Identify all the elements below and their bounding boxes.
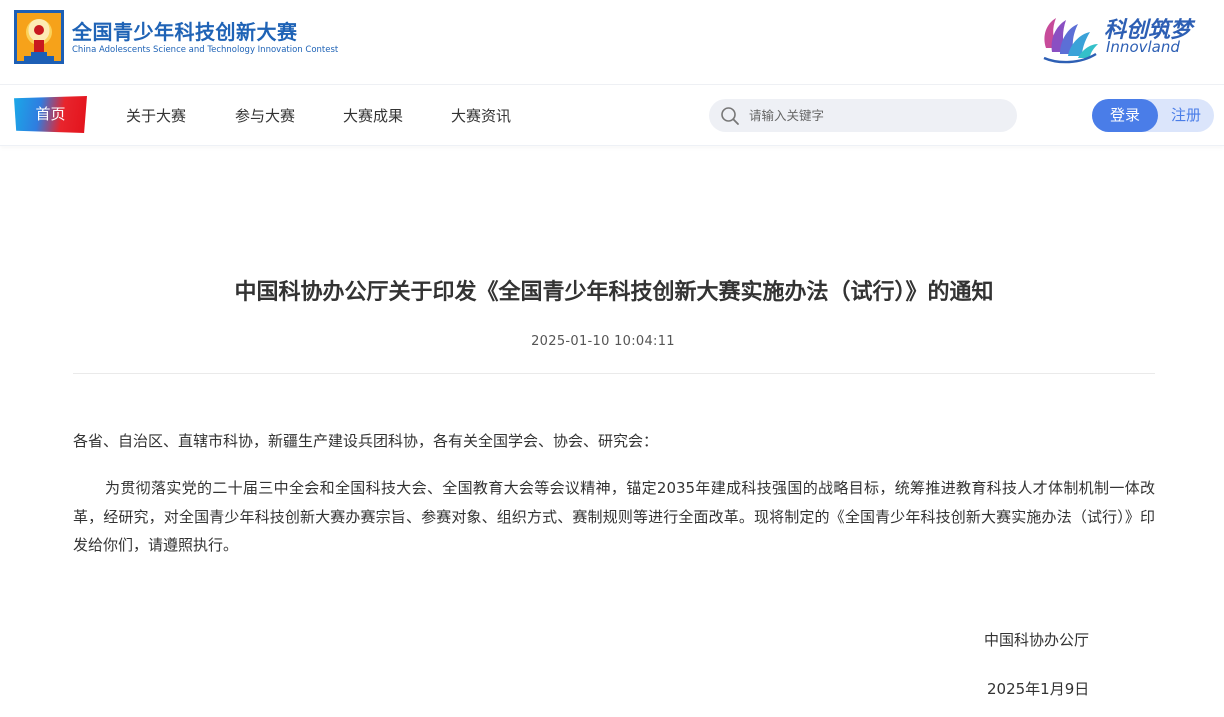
article-sign-date: 2025年1月9日 — [987, 680, 1090, 698]
article-datetime: 2025-01-10 10:04:11 — [531, 334, 675, 349]
nav-item-results[interactable]: 大赛成果 — [343, 105, 403, 126]
title-divider — [73, 373, 1155, 374]
brand-header: 全国青少年科技创新大赛 China Adolescents Science an… — [0, 0, 1224, 85]
article-signer: 中国科协办公厅 — [984, 631, 1090, 649]
article-salutation: 各省、自治区、直辖市科协，新疆生产建设兵团科协，各有关全国学会、协会、研究会： — [73, 432, 659, 450]
search-icon[interactable] — [720, 106, 740, 126]
search-input[interactable] — [749, 105, 999, 126]
nav-home[interactable]: 首页 — [14, 96, 87, 133]
innovland-logo-icon — [1043, 18, 1098, 64]
brand-subtitle: China Adolescents Science and Technology… — [72, 45, 339, 55]
article-body: 为贯彻落实党的二十届三中全会和全国科技大会、全国教育大会等会议精神，锚定2035… — [73, 479, 1155, 554]
brand-title: 全国青少年科技创新大赛 — [72, 20, 298, 44]
nav-item-about[interactable]: 关于大赛 — [126, 105, 186, 126]
search-box — [709, 99, 1017, 132]
register-button[interactable]: 注册 — [1158, 99, 1214, 132]
article-title: 中国科协办公厅关于印发《全国青少年科技创新大赛实施办法（试行）》的通知 — [234, 280, 994, 305]
main-navbar: 首页 关于大赛 参与大赛 大赛成果 大赛资讯 登录 注册 — [0, 85, 1224, 146]
nav-item-participate[interactable]: 参与大赛 — [235, 105, 295, 126]
login-button[interactable]: 登录 — [1092, 99, 1158, 132]
auth-buttons: 登录 注册 — [1092, 99, 1214, 132]
nav-item-news[interactable]: 大赛资讯 — [451, 105, 511, 126]
innovland-brand-english: Innovland — [1106, 38, 1180, 56]
contest-logo-icon — [14, 10, 64, 64]
